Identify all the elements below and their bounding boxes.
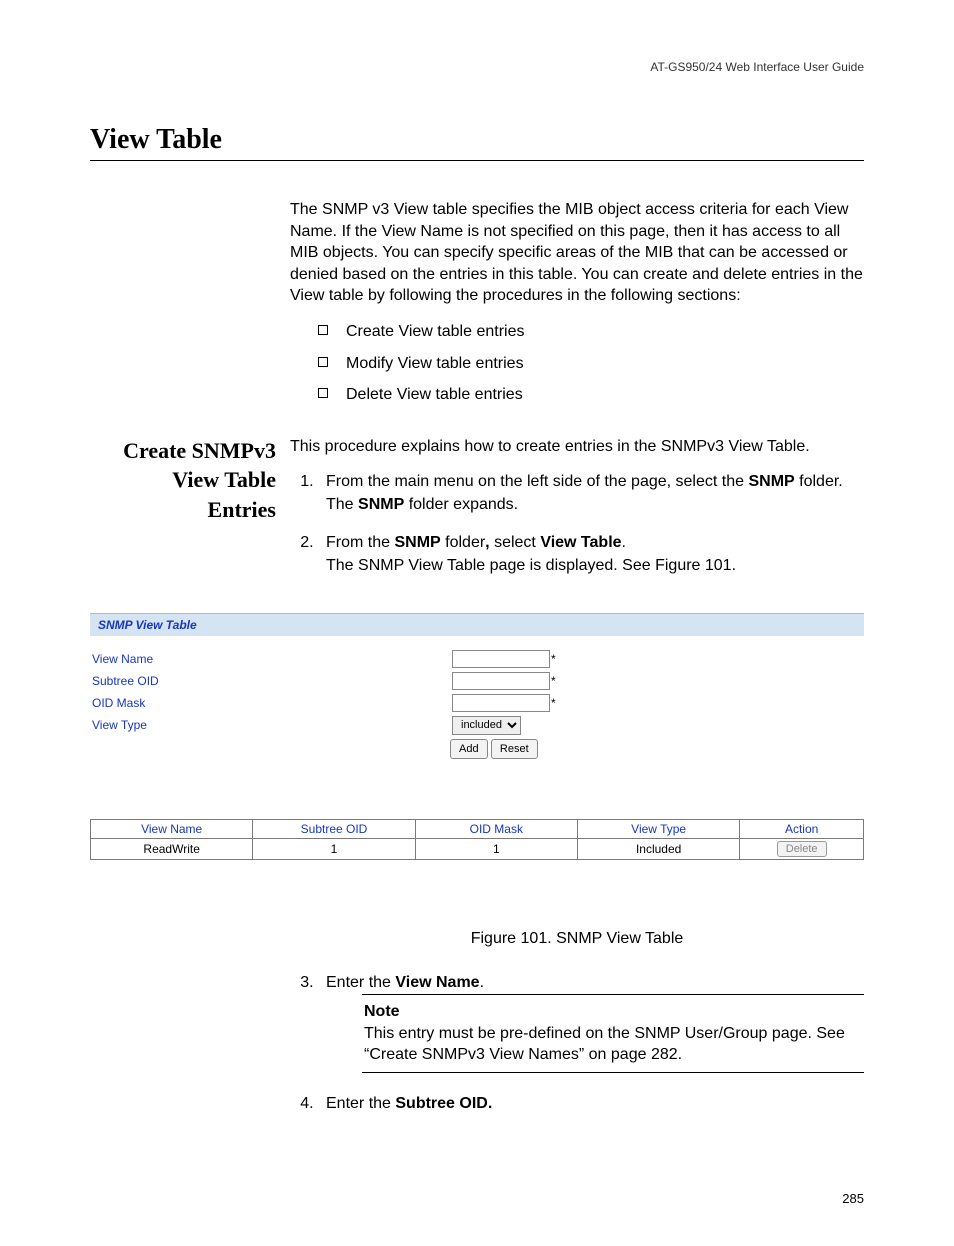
col-oid-mask: OID Mask [415,819,577,838]
required-icon: * [551,696,556,710]
bullet-item: Create View table entries [318,321,864,343]
view-name-input[interactable] [452,650,550,668]
table-row: ReadWrite 1 1 Included Delete [91,838,864,859]
label-oid-mask: OID Mask [90,696,452,710]
label-view-type: View Type [90,718,452,732]
snmp-panel-title: SNMP View Table [90,613,864,636]
col-view-type: View Type [577,819,739,838]
col-action: Action [740,819,864,838]
required-icon: * [551,652,556,666]
step-3: Enter the View Name. Note This entry mus… [318,972,864,1073]
required-icon: * [551,674,556,688]
view-type-select[interactable]: included [452,716,521,735]
label-view-name: View Name [90,652,452,666]
procedure-list-cont: Enter the View Name. Note This entry mus… [290,972,864,1116]
reset-button[interactable]: Reset [491,739,538,759]
procedure-list: From the main menu on the left side of t… [290,471,864,577]
note-block: Note This entry must be pre-defined on t… [362,994,864,1073]
header-guide: AT-GS950/24 Web Interface User Guide [90,60,864,74]
subtree-oid-input[interactable] [452,672,550,690]
bullet-list: Create View table entries Modify View ta… [318,321,864,406]
delete-button[interactable]: Delete [777,841,827,857]
col-subtree-oid: Subtree OID [253,819,415,838]
step-1: From the main menu on the left side of t… [318,471,864,516]
oid-mask-input[interactable] [452,694,550,712]
note-title: Note [364,1001,862,1023]
add-button[interactable]: Add [450,739,488,759]
snmp-list-table: View Name Subtree OID OID Mask View Type… [90,819,864,860]
label-subtree-oid: Subtree OID [90,674,452,688]
section2-intro: This procedure explains how to create en… [290,436,864,458]
page-title: View Table [90,124,864,161]
col-view-name: View Name [91,819,253,838]
page-number: 285 [90,1191,864,1206]
bullet-item: Delete View table entries [318,384,864,406]
step-4: Enter the Subtree OID. [318,1093,864,1115]
snmp-figure: SNMP View Table View Name * Subtree OID … [90,613,864,860]
bullet-item: Modify View table entries [318,353,864,375]
note-body: This entry must be pre-defined on the SN… [364,1025,845,1064]
step-2: From the SNMP folder, select View Table.… [318,532,864,577]
section-heading: Create SNMPv3 View Table Entries [90,436,276,525]
figure-caption: Figure 101. SNMP View Table [290,930,864,948]
intro-paragraph: The SNMP v3 View table specifies the MIB… [290,199,864,307]
